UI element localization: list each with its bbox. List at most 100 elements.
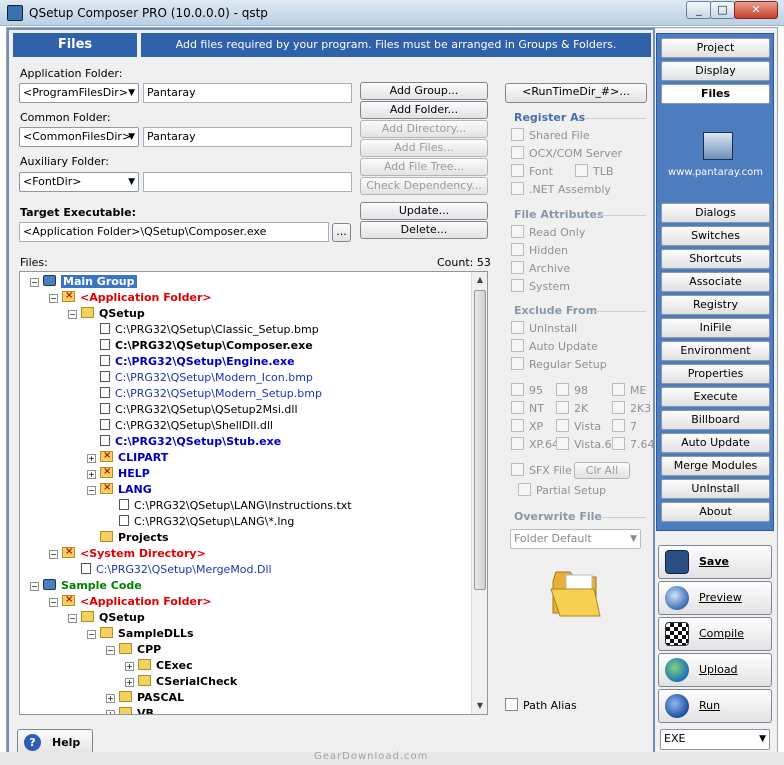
maximize-button[interactable]: □ [710, 1, 735, 19]
hidden-checkbox[interactable]: Hidden [511, 243, 568, 257]
tree-node[interactable]: + VB [106, 706, 154, 714]
file-tree[interactable]: −Main Group−<Application Folder>−QSetupC… [19, 271, 488, 715]
run-button[interactable]: Run [658, 689, 772, 723]
os-2k3-checkbox[interactable]: 2K3 [612, 401, 651, 415]
nav-properties[interactable]: Properties [661, 364, 770, 384]
os-nt-checkbox[interactable]: NT [511, 401, 544, 415]
os-vista-checkbox[interactable]: Vista [556, 419, 601, 433]
collapse-icon[interactable]: − [30, 582, 39, 591]
nav-switches[interactable]: Switches [661, 226, 770, 246]
aux-folder-combo[interactable]: <FontDir> ▼ [19, 172, 139, 192]
os-95-checkbox[interactable]: 95 [511, 383, 543, 397]
nav-environment[interactable]: Environment [661, 341, 770, 361]
add-files-button[interactable]: Add Files... [360, 139, 488, 157]
regular-setup-checkbox[interactable]: Regular Setup [511, 357, 607, 371]
collapse-icon[interactable]: − [49, 294, 58, 303]
tree-node[interactable]: C:\PRG32\QSetup\Composer.exe [87, 338, 313, 354]
common-folder-input[interactable]: Pantaray [143, 127, 352, 147]
sfx-file-checkbox[interactable]: SFX File [511, 463, 572, 477]
os-2k-checkbox[interactable]: 2K [556, 401, 588, 415]
expand-icon[interactable]: + [106, 710, 115, 714]
close-button[interactable]: ✕ [734, 1, 778, 19]
os-98-checkbox[interactable]: 98 [556, 383, 588, 397]
add-folder-button[interactable]: Add Folder... [360, 101, 488, 119]
tree-node[interactable]: − <System Directory> [49, 544, 206, 562]
font-checkbox[interactable]: Font [511, 164, 553, 178]
collapse-icon[interactable]: − [30, 278, 39, 287]
tree-node[interactable]: + CExec [125, 658, 193, 674]
compile-button[interactable]: Compile [658, 617, 772, 651]
app-folder-input[interactable]: Pantaray [143, 83, 352, 103]
auto-update-checkbox[interactable]: Auto Update [511, 339, 598, 353]
update-button[interactable]: Update... [360, 202, 488, 220]
path-alias-checkbox[interactable]: Path Alias [505, 698, 577, 712]
nav-billboard[interactable]: Billboard [661, 410, 770, 430]
nav-uninstall[interactable]: UnInstall [661, 479, 770, 499]
tree-node[interactable]: C:\PRG32\QSetup\ShellDll.dll [87, 418, 273, 434]
tree-node[interactable]: − <Application Folder> [49, 592, 212, 610]
nav-execute[interactable]: Execute [661, 387, 770, 407]
os-me-checkbox[interactable]: ME [612, 383, 646, 397]
os-764-checkbox[interactable]: 7.64 [612, 437, 655, 451]
tree-node[interactable]: − Sample Code [30, 578, 142, 594]
uninstall-checkbox[interactable]: UnInstall [511, 321, 577, 335]
tree-node[interactable]: + HELP [87, 464, 150, 482]
expand-icon[interactable]: + [87, 470, 96, 479]
nav-shortcuts[interactable]: Shortcuts [661, 249, 770, 269]
tree-node[interactable]: C:\PRG32\QSetup\Classic_Setup.bmp [87, 322, 319, 338]
collapse-icon[interactable]: − [87, 630, 96, 639]
shared-file-checkbox[interactable]: Shared File [511, 128, 590, 142]
expand-icon[interactable]: + [87, 454, 96, 463]
clear-all-button[interactable]: Clr All [574, 462, 630, 479]
tree-node[interactable]: − LANG [87, 480, 152, 498]
nav-inifile[interactable]: IniFile [661, 318, 770, 338]
partial-setup-checkbox[interactable]: Partial Setup [518, 483, 606, 497]
browse-target-button[interactable]: ... [332, 223, 351, 242]
tree-node[interactable]: C:\PRG32\QSetup\MergeMod.Dll [68, 562, 272, 578]
archive-checkbox[interactable]: Archive [511, 261, 570, 275]
system-checkbox[interactable]: System [511, 279, 570, 293]
nav-merge-modules[interactable]: Merge Modules [661, 456, 770, 476]
scroll-thumb[interactable] [474, 290, 486, 590]
tree-node[interactable]: C:\PRG32\QSetup\Modern_Setup.bmp [87, 386, 322, 402]
os-xp-checkbox[interactable]: XP [511, 419, 543, 433]
os-7-checkbox[interactable]: 7 [612, 419, 637, 433]
tree-node[interactable]: C:\PRG32\QSetup\Stub.exe [87, 434, 281, 450]
upload-button[interactable]: Upload [658, 653, 772, 687]
collapse-icon[interactable]: − [68, 614, 77, 623]
collapse-icon[interactable]: − [49, 598, 58, 607]
preview-button[interactable]: Preview [658, 581, 772, 615]
tree-node[interactable]: − Main Group [30, 274, 137, 290]
tree-node[interactable]: − SampleDLLs [87, 626, 194, 642]
tree-node[interactable]: − QSetup [68, 610, 145, 626]
save-button[interactable]: Save [658, 545, 772, 579]
tree-node[interactable]: C:\PRG32\QSetup\LANG\*.lng [106, 514, 294, 530]
read-only-checkbox[interactable]: Read Only [511, 225, 585, 239]
nav-registry[interactable]: Registry [661, 295, 770, 315]
tree-node[interactable]: C:\PRG32\QSetup\Engine.exe [87, 354, 295, 370]
tree-node[interactable]: − CPP [106, 642, 161, 658]
target-executable-input[interactable]: <Application Folder>\QSetup\Composer.exe [19, 222, 329, 242]
tree-node[interactable]: C:\PRG32\QSetup\QSetup2Msi.dll [87, 402, 298, 418]
add-file-tree-button[interactable]: Add File Tree... [360, 158, 488, 176]
collapse-icon[interactable]: − [87, 486, 96, 495]
app-folder-combo[interactable]: <ProgramFilesDir> ▼ [19, 83, 139, 103]
nav-associate[interactable]: Associate [661, 272, 770, 292]
nav-display[interactable]: Display [661, 61, 770, 81]
tlb-checkbox[interactable]: TLB [575, 164, 613, 178]
net-assembly-checkbox[interactable]: .NET Assembly [511, 182, 611, 196]
common-folder-combo[interactable]: <CommonFilesDir> ▼ [19, 127, 139, 147]
delete-button[interactable]: Delete... [360, 221, 488, 239]
tree-node[interactable]: C:\PRG32\QSetup\LANG\Instructions.txt [106, 498, 352, 514]
scroll-up-icon[interactable]: ▲ [472, 272, 488, 288]
tree-node[interactable]: + CSerialCheck [125, 674, 237, 690]
expand-icon[interactable]: + [125, 678, 134, 687]
ocx-server-checkbox[interactable]: OCX/COM Server [511, 146, 622, 160]
tree-node[interactable]: − <Application Folder> [49, 288, 212, 306]
aux-folder-input[interactable] [143, 172, 352, 192]
nav-dialogs[interactable]: Dialogs [661, 203, 770, 223]
tree-node[interactable]: C:\PRG32\QSetup\Modern_Icon.bmp [87, 370, 313, 386]
expand-icon[interactable]: + [125, 662, 134, 671]
overwrite-combo[interactable]: Folder Default ▼ [510, 529, 641, 549]
logo-url[interactable]: www.pantaray.com [661, 167, 770, 178]
